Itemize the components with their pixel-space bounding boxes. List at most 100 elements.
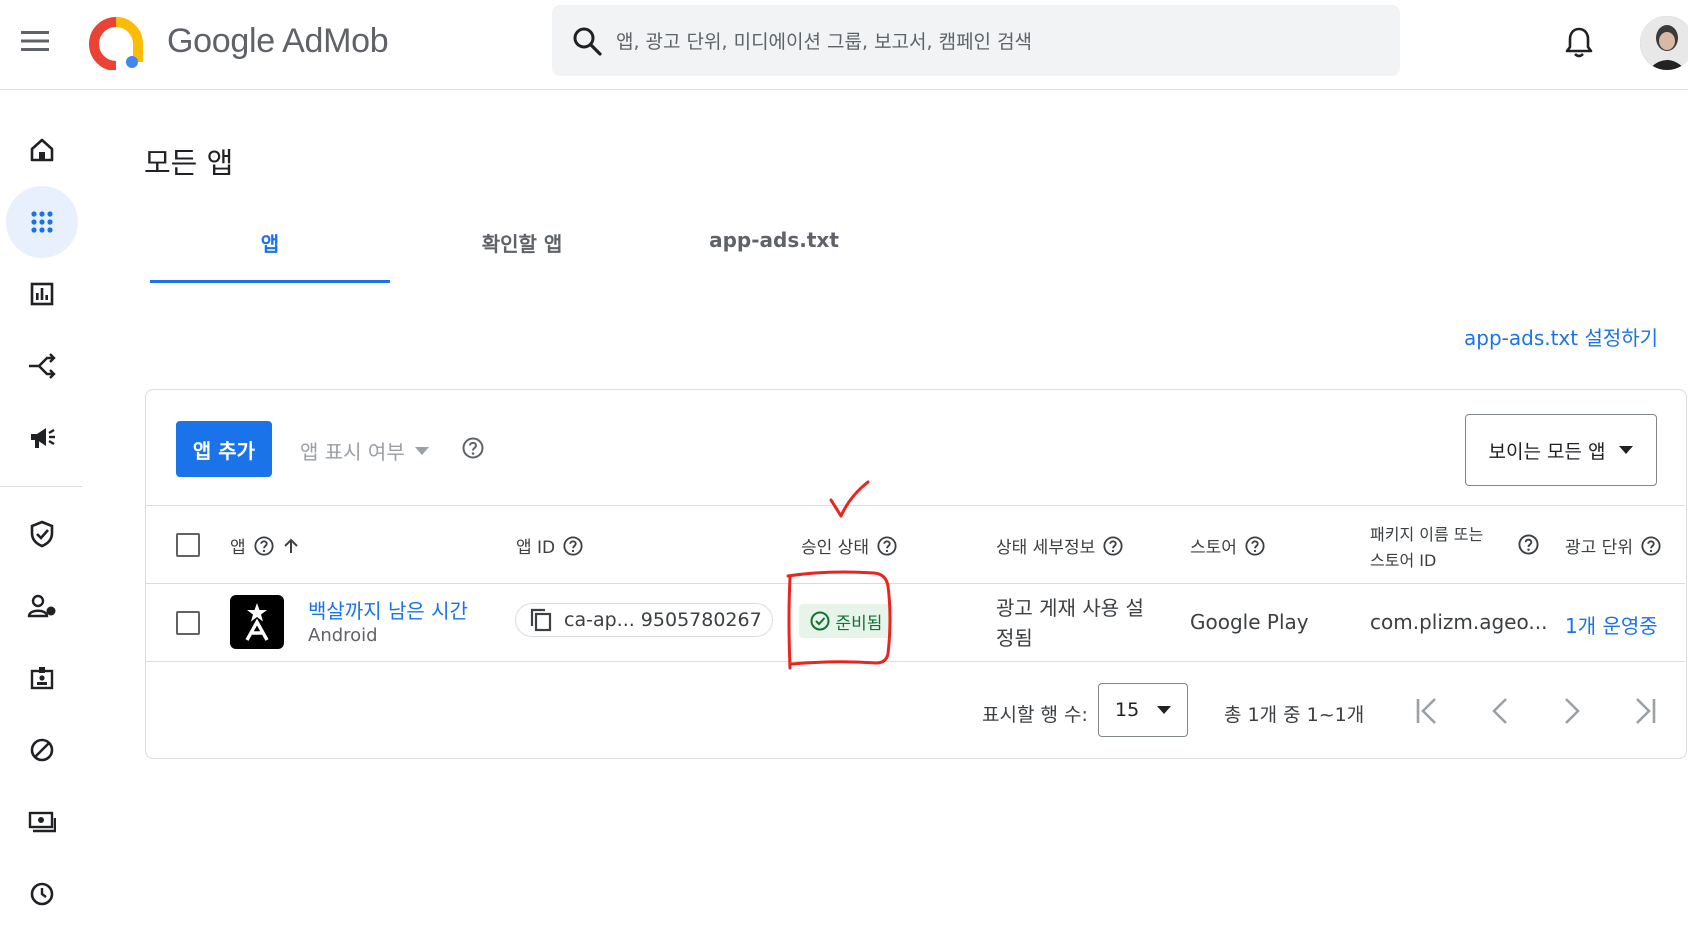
- main-menu-button[interactable]: [14, 20, 56, 62]
- add-app-button[interactable]: 앱 추가: [176, 421, 272, 477]
- tab-apps-to-review[interactable]: 확인할 앱: [402, 228, 642, 284]
- person-badge-icon: [27, 594, 56, 618]
- app-icon: [230, 595, 284, 649]
- tab-app-ads-txt[interactable]: app-ads.txt: [654, 228, 894, 284]
- select-all-checkbox[interactable]: [176, 533, 200, 557]
- sidebar-privacy[interactable]: [6, 498, 78, 570]
- app-ads-txt-setup-link[interactable]: app-ads.txt 설정하기: [1464, 322, 1658, 351]
- app-name-link[interactable]: 백살까지 남은 시간: [308, 595, 468, 624]
- sidebar-divider: [0, 486, 82, 487]
- previous-page-button[interactable]: [1482, 693, 1518, 729]
- help-icon[interactable]: [1103, 535, 1123, 556]
- visible-apps-select[interactable]: 보이는 모든 앱: [1465, 414, 1657, 486]
- status-badge-label: 준비됨: [835, 613, 883, 634]
- chevron-left-icon: [1492, 698, 1507, 724]
- last-page-icon: [1636, 698, 1656, 724]
- tab-apps[interactable]: 앱: [150, 228, 390, 284]
- check-circle-icon: [810, 611, 830, 631]
- table-row-divider: [145, 661, 1685, 662]
- col-store: 스토어: [1190, 533, 1265, 558]
- dropdown-arrow-icon: [414, 446, 429, 455]
- search-icon: [573, 27, 602, 56]
- app-id-chip[interactable]: ca-ap... 9505780267: [515, 603, 773, 637]
- account-avatar[interactable]: [1640, 16, 1688, 70]
- app-visibility-filter[interactable]: 앱 표시 여부: [300, 436, 429, 465]
- first-page-icon: [1416, 698, 1436, 724]
- col-app[interactable]: 앱: [230, 533, 300, 558]
- next-page-button[interactable]: [1554, 693, 1590, 729]
- col-ad-units-label: 광고 단위: [1565, 538, 1633, 558]
- megaphone-icon: [31, 428, 55, 448]
- first-page-button[interactable]: [1410, 693, 1446, 729]
- package-value: com.plizm.ageo...: [1370, 610, 1548, 634]
- tab-review-label: 확인할 앱: [481, 232, 563, 256]
- help-icon[interactable]: [877, 535, 897, 556]
- sidebar-users[interactable]: [6, 570, 78, 642]
- sidebar-account[interactable]: [6, 642, 78, 714]
- last-page-button[interactable]: [1626, 693, 1662, 729]
- table-header-divider: [145, 583, 1685, 584]
- package-help-icon[interactable]: [1518, 534, 1539, 555]
- admob-logo-icon[interactable]: [88, 16, 144, 70]
- payments-icon: [28, 811, 56, 833]
- visibility-help-icon[interactable]: [462, 437, 484, 459]
- rows-per-page-value: 15: [1115, 699, 1140, 721]
- sidebar-payments[interactable]: [6, 786, 78, 858]
- sidebar-mediation[interactable]: [6, 330, 78, 402]
- help-icon[interactable]: [254, 535, 274, 556]
- col-app-id: 앱 ID: [516, 533, 583, 558]
- status-badge: 준비됨: [799, 604, 893, 638]
- search-input[interactable]: [614, 21, 1378, 63]
- row-checkbox[interactable]: [176, 611, 200, 635]
- rows-per-page-label: 표시할 행 수:: [982, 704, 1088, 726]
- pagination-range: 총 1개 중 1~1개: [1224, 704, 1365, 726]
- search-bar[interactable]: [552, 5, 1400, 76]
- tab-ads-txt-label: app-ads.txt: [709, 228, 839, 252]
- sidebar-reports[interactable]: [6, 258, 78, 330]
- help-icon[interactable]: [1641, 535, 1661, 556]
- notifications-bell-icon[interactable]: [1562, 25, 1596, 59]
- col-status-detail-label: 상태 세부정보: [996, 538, 1096, 558]
- brand-name[interactable]: Google AdMob: [167, 22, 389, 61]
- rows-per-page-select[interactable]: 15: [1098, 683, 1188, 737]
- store-value: Google Play: [1190, 610, 1309, 634]
- col-ad-units: 광고 단위: [1565, 533, 1661, 558]
- block-icon: [30, 738, 54, 762]
- id-card-icon: [30, 667, 54, 690]
- help-icon[interactable]: [563, 535, 583, 556]
- sidebar-blocking[interactable]: [6, 714, 78, 786]
- apps-grid-icon: [31, 211, 53, 233]
- chevron-right-icon: [1565, 698, 1580, 724]
- top-app-bar: Google AdMob: [0, 0, 1688, 90]
- status-detail-line-1: 광고 게재 사용 설: [996, 596, 1144, 620]
- copy-icon[interactable]: [530, 608, 552, 632]
- col-app-label: 앱: [230, 538, 246, 558]
- sort-arrow-up-icon[interactable]: [282, 537, 300, 555]
- col-app-id-label: 앱 ID: [516, 538, 556, 558]
- status-detail-line-2: 정됨: [996, 626, 1033, 650]
- col-status-detail: 상태 세부정보: [996, 533, 1123, 558]
- mediation-split-icon: [29, 353, 56, 379]
- sidebar-home[interactable]: [6, 114, 78, 186]
- sidebar-apps[interactable]: [6, 186, 78, 258]
- menu-icon: [21, 31, 49, 51]
- history-icon: [30, 882, 54, 906]
- help-icon[interactable]: [1245, 535, 1265, 556]
- sidebar-more[interactable]: [6, 858, 78, 930]
- app-logo-icon: [245, 603, 269, 641]
- app-id-value: ca-ap... 9505780267: [564, 609, 762, 631]
- col-package-label-2: 스토어 ID: [1370, 551, 1437, 570]
- tab-apps-label: 앱: [260, 232, 280, 256]
- visibility-filter-label: 앱 표시 여부: [300, 440, 405, 464]
- status-detail: 광고 게재 사용 설 정됨: [996, 593, 1144, 653]
- active-tab-indicator: [150, 280, 390, 283]
- table-top-divider: [145, 505, 1685, 506]
- dropdown-arrow-icon: [1157, 706, 1171, 714]
- home-icon: [30, 138, 54, 162]
- ad-units-link[interactable]: 1개 운영중: [1565, 610, 1658, 639]
- col-package-label-1: 패키지 이름 또는: [1370, 525, 1484, 544]
- sidebar-campaigns[interactable]: [6, 402, 78, 474]
- shield-check-icon: [30, 520, 54, 548]
- visible-apps-select-value: 보이는 모든 앱: [1488, 440, 1606, 463]
- user-photo-icon: [1640, 16, 1688, 70]
